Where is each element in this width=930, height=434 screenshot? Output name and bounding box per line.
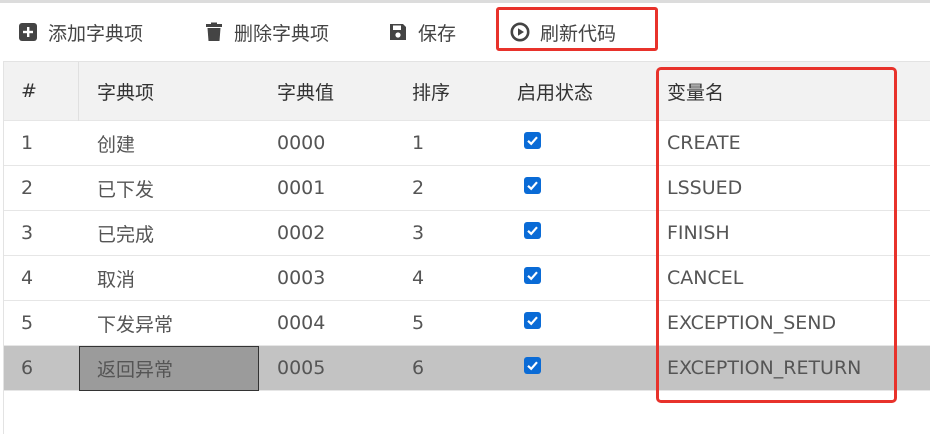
table-row[interactable]: 3 已完成 0002 3 FINISH [4, 211, 930, 256]
header-dict-value[interactable]: 字典值 [277, 62, 334, 120]
sort-cell[interactable]: 5 [412, 301, 424, 345]
sort-cell[interactable]: 1 [412, 121, 424, 165]
table-row[interactable]: 5 下发异常 0004 5 EXCEPTION_SEND [4, 301, 930, 346]
table-header-row: # 字典项 字典值 排序 启用状态 变量名 [4, 62, 930, 121]
delete-dict-item-label: 删除字典项 [234, 22, 330, 45]
table-row[interactable]: 1 创建 0000 1 CREATE [4, 121, 930, 166]
enabled-checkbox[interactable] [524, 132, 541, 149]
header-enabled-status[interactable]: 启用状态 [517, 62, 593, 120]
save-label: 保存 [418, 22, 457, 45]
checkmark-icon [527, 136, 538, 146]
row-index: 4 [21, 267, 34, 289]
sort-cell[interactable]: 3 [412, 211, 424, 255]
checkmark-icon [527, 316, 538, 326]
checkmark-icon [527, 226, 538, 236]
row-index: 1 [21, 132, 34, 154]
dict-item-cell[interactable]: 已完成 [97, 211, 154, 255]
sort-cell[interactable]: 4 [412, 256, 424, 300]
row-index: 5 [21, 312, 34, 334]
dict-item-cell[interactable]: 已下发 [97, 166, 154, 210]
dict-value-cell[interactable]: 0001 [277, 166, 325, 210]
variable-name-cell[interactable]: EXCEPTION_SEND [667, 301, 836, 345]
header-variable-name[interactable]: 变量名 [667, 62, 724, 120]
floppy-disk-icon [390, 24, 406, 40]
dict-value-cell[interactable]: 0000 [277, 121, 325, 165]
variable-name-cell[interactable]: FINISH [667, 211, 730, 255]
row-index: 3 [21, 222, 34, 244]
variable-name-cell[interactable]: LSSUED [667, 166, 742, 210]
dict-value-cell[interactable]: 0005 [277, 346, 325, 390]
header-sort[interactable]: 排序 [412, 62, 450, 120]
dict-item-cell[interactable]: 下发异常 [97, 301, 173, 345]
dict-table: # 字典项 字典值 排序 启用状态 变量名 1 创建 0000 1 CREATE… [3, 61, 930, 434]
column-divider [78, 62, 79, 121]
checkmark-icon [527, 361, 538, 371]
dict-item-cell[interactable]: 取消 [97, 256, 135, 300]
table-row[interactable]: 2 已下发 0001 2 LSSUED [4, 166, 930, 211]
dict-value-cell[interactable]: 0002 [277, 211, 325, 255]
row-index: 6 [21, 357, 34, 379]
play-circle-icon [510, 22, 530, 42]
refresh-code-button[interactable]: 刷新代码 [510, 17, 616, 47]
enabled-checkbox[interactable] [524, 177, 541, 194]
table-row-selected[interactable]: 6 返回异常 0005 6 EXCEPTION_RETURN [4, 346, 930, 391]
dict-value-cell[interactable]: 0004 [277, 301, 325, 345]
variable-name-cell[interactable]: CREATE [667, 121, 741, 165]
header-index[interactable]: # [21, 62, 37, 120]
trash-icon [206, 22, 222, 41]
row-index: 2 [21, 177, 34, 199]
table-row[interactable]: 4 取消 0003 4 CANCEL [4, 256, 930, 301]
variable-name-cell[interactable]: CANCEL [667, 256, 743, 300]
checkmark-icon [527, 271, 538, 281]
add-dict-item-button[interactable]: 添加字典项 [18, 17, 143, 47]
dict-value-cell[interactable]: 0003 [277, 256, 325, 300]
plus-square-icon [19, 23, 37, 41]
enabled-checkbox[interactable] [524, 357, 541, 374]
toolbar: 添加字典项 删除字典项 保存 刷新代码 [0, 3, 930, 61]
save-button[interactable]: 保存 [388, 17, 456, 47]
dict-item-edit-text: 返回异常 [97, 359, 174, 381]
delete-dict-item-button[interactable]: 删除字典项 [204, 17, 329, 47]
sort-cell[interactable]: 6 [412, 346, 424, 390]
dict-item-edit-cell[interactable]: 返回异常 [79, 346, 259, 391]
header-dict-item[interactable]: 字典项 [97, 62, 154, 120]
add-dict-item-label: 添加字典项 [48, 22, 144, 45]
refresh-code-label: 刷新代码 [540, 22, 617, 45]
variable-name-cell[interactable]: EXCEPTION_RETURN [667, 346, 861, 390]
enabled-checkbox[interactable] [524, 222, 541, 239]
dict-item-cell[interactable]: 创建 [97, 121, 135, 165]
checkmark-icon [527, 181, 538, 191]
sort-cell[interactable]: 2 [412, 166, 424, 210]
enabled-checkbox[interactable] [524, 267, 541, 284]
enabled-checkbox[interactable] [524, 312, 541, 329]
